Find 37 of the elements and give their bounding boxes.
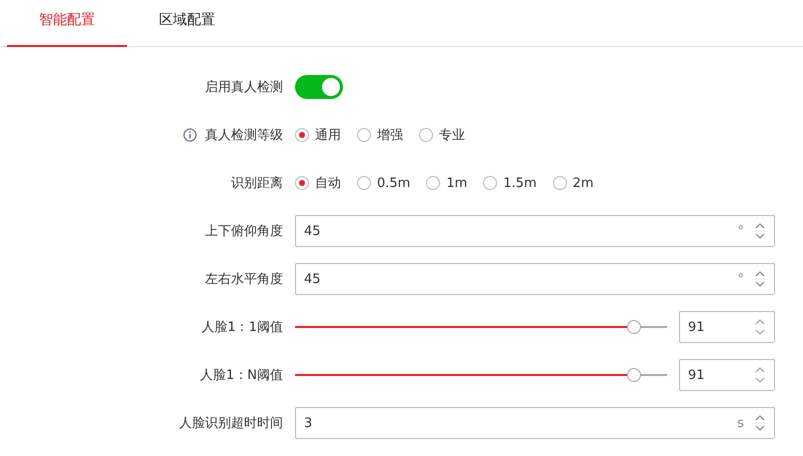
info-icon[interactable]	[183, 128, 197, 142]
radio-option[interactable]: 1.5m	[483, 174, 537, 192]
unit-label: s	[737, 416, 744, 430]
radio-option[interactable]: 增强	[357, 126, 403, 144]
spinner-icon[interactable]	[754, 221, 766, 241]
radio-option[interactable]: 专业	[419, 126, 465, 144]
field-label: 识别距离	[231, 175, 283, 192]
slider[interactable]	[295, 320, 667, 334]
field-label: 上下俯仰角度	[205, 223, 283, 240]
field-label: 人脸识别超时时间	[179, 415, 283, 432]
field-label: 左右水平角度	[205, 271, 283, 288]
number-field[interactable]: 91	[679, 311, 775, 343]
number-field[interactable]: 45 °	[295, 263, 775, 295]
field-label: 真人检测等级	[205, 127, 283, 144]
slider-thumb[interactable]	[626, 320, 641, 334]
spinner-icon[interactable]	[754, 413, 766, 433]
number-field[interactable]: 91	[679, 359, 775, 391]
radio-option[interactable]: 1m	[426, 174, 468, 192]
number-field[interactable]: 45 °	[295, 215, 775, 247]
slider-thumb[interactable]	[626, 368, 641, 382]
radio-option[interactable]: 0.5m	[357, 174, 410, 192]
radio-option[interactable]: 2m	[552, 174, 594, 192]
slider[interactable]	[295, 368, 667, 382]
radio-option[interactable]: 通用	[295, 126, 341, 144]
unit-label: °	[738, 272, 744, 286]
spinner-icon[interactable]	[754, 269, 766, 289]
tab[interactable]: 智能配置	[7, 0, 127, 47]
spinner-icon[interactable]	[754, 317, 766, 337]
tab[interactable]: 区域配置	[127, 0, 247, 46]
number-field[interactable]: 3 s	[295, 407, 775, 439]
field-label: 启用真人检测	[205, 79, 283, 96]
field-label: 人脸1：1阈值	[201, 319, 283, 336]
field-label: 人脸1：N阈值	[200, 367, 283, 384]
toggle-switch[interactable]	[295, 75, 343, 99]
radio-option[interactable]: 自动	[295, 174, 341, 192]
spinner-icon[interactable]	[754, 365, 766, 385]
unit-label: °	[738, 224, 744, 238]
